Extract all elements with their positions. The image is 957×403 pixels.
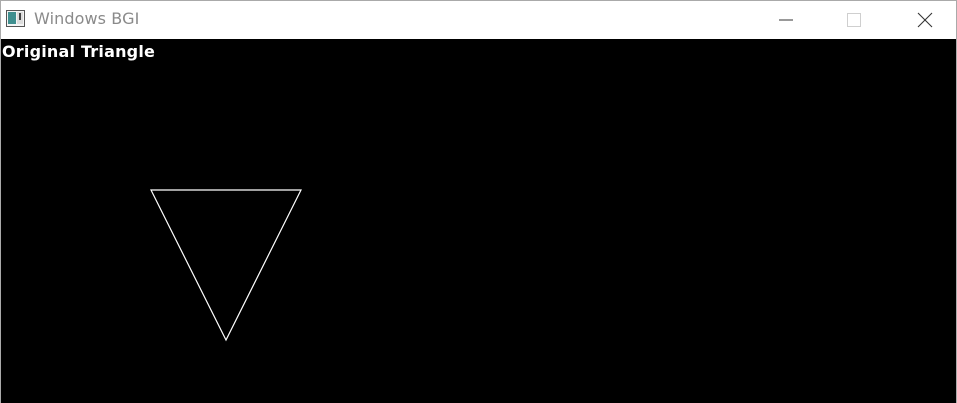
triangle-shape: [150, 189, 302, 342]
app-icon: [6, 10, 25, 27]
maximize-button[interactable]: [831, 1, 877, 38]
close-button[interactable]: [902, 1, 948, 38]
close-icon: [917, 12, 933, 27]
maximize-icon: [847, 12, 861, 27]
app-window: Windows BGI Original Triangle: [0, 0, 957, 403]
window-title: Windows BGI: [34, 9, 140, 28]
graphics-canvas: Original Triangle: [1, 39, 956, 403]
minimize-button[interactable]: [763, 1, 809, 38]
title-bar[interactable]: Windows BGI: [1, 1, 956, 38]
triangle-drawing: [150, 189, 302, 342]
minimize-icon: [779, 19, 793, 20]
